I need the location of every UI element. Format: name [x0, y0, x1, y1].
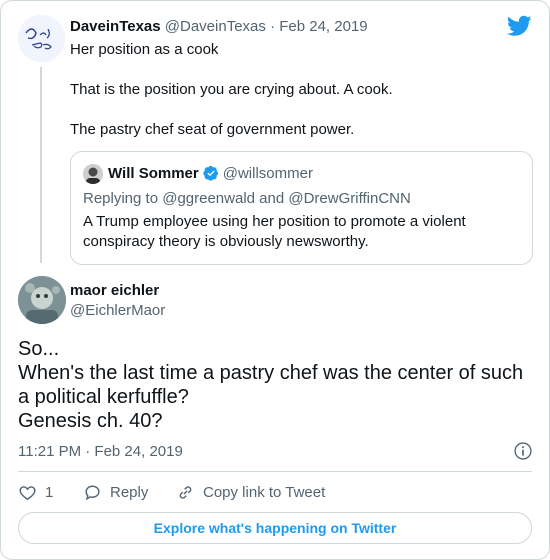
- thread-connector-line: [40, 67, 42, 263]
- parent-tweet-date[interactable]: Feb 24, 2019: [279, 18, 367, 35]
- heart-icon: [19, 485, 36, 500]
- copy-link-button[interactable]: Copy link to Tweet: [176, 481, 325, 503]
- main-tweet-line: So...: [18, 338, 60, 360]
- reply-button[interactable]: Reply: [83, 481, 148, 503]
- parent-tweet-line: Her position as a cook: [70, 41, 219, 58]
- parent-author-avatar[interactable]: [18, 15, 65, 62]
- quoted-tweet-text: A Trump employee using her position to p…: [83, 213, 466, 250]
- main-tweet-line: When's the last time a pastry chef was t…: [18, 362, 524, 408]
- info-icon[interactable]: [513, 441, 533, 461]
- tweet-timestamp[interactable]: 11:21 PM · Feb 24, 2019: [18, 442, 183, 462]
- quoted-tweet-header: Will Sommer @willsommer: [108, 164, 313, 184]
- reply-label: Reply: [110, 483, 149, 501]
- embedded-tweet-card: DaveinTexas @DaveinTexas · Feb 24, 2019 …: [0, 0, 550, 560]
- main-tweet-text: So... When's the last time a pastry chef…: [18, 337, 538, 433]
- quoted-tweet[interactable]: Will Sommer @willsommer Replying to @ggre…: [70, 151, 533, 265]
- explore-twitter-button[interactable]: Explore what's happening on Twitter: [18, 512, 532, 544]
- twitter-bird-icon[interactable]: [507, 15, 532, 37]
- main-author-name[interactable]: maor eichler: [70, 281, 159, 301]
- main-tweet-line: Genesis ch. 40?: [18, 410, 163, 432]
- quoted-author-avatar: [83, 164, 103, 184]
- header-separator: ·: [270, 18, 276, 35]
- divider: [18, 471, 532, 472]
- replying-to-line: Replying to @ggreenwald and @DrewGriffin…: [83, 190, 411, 207]
- quoted-author-handle: @willsommer: [222, 165, 313, 182]
- parent-tweet-text: Her position as a cook That is the posit…: [70, 40, 393, 140]
- like-count: 1: [45, 483, 54, 501]
- parent-tweet-line: That is the position you are crying abou…: [70, 81, 393, 98]
- parent-tweet-header: DaveinTexas @DaveinTexas · Feb 24, 2019: [70, 17, 368, 37]
- verified-badge-icon: [203, 165, 218, 181]
- quoted-author-name: Will Sommer: [108, 165, 199, 182]
- reply-bubble-icon: [85, 484, 100, 500]
- parent-tweet-line: The pastry chef seat of government power…: [70, 121, 355, 138]
- parent-author-name[interactable]: DaveinTexas: [70, 18, 161, 35]
- main-author-handle[interactable]: @EichlerMaor: [70, 301, 165, 321]
- like-button[interactable]: 1: [18, 481, 53, 503]
- main-author-avatar[interactable]: [18, 276, 66, 324]
- link-icon: [179, 485, 192, 499]
- copy-link-label: Copy link to Tweet: [203, 483, 326, 501]
- parent-author-handle[interactable]: @DaveinTexas: [165, 18, 266, 35]
